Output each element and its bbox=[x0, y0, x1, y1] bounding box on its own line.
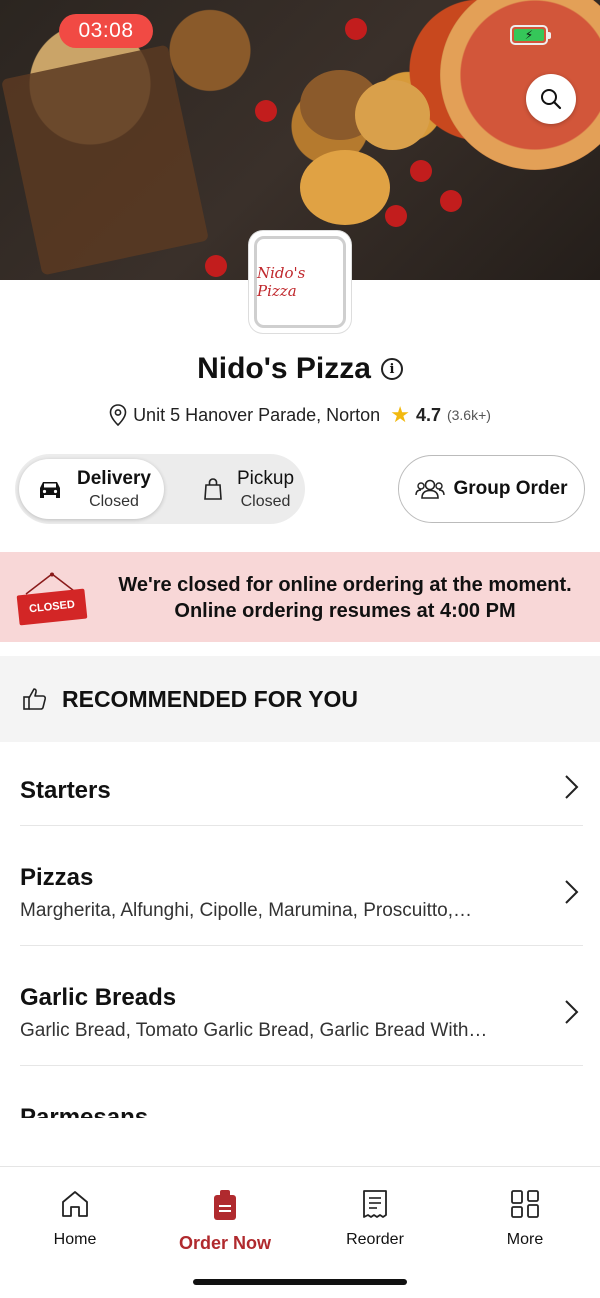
chevron-right-icon bbox=[565, 775, 579, 799]
category-row-parmesans[interactable]: Parmesans bbox=[20, 1066, 583, 1118]
info-icon[interactable]: i bbox=[380, 358, 403, 380]
thumbs-up-icon bbox=[23, 688, 47, 710]
category-subtitle: Margherita, Alfunghi, Cipolle, Marumina,… bbox=[20, 900, 472, 921]
hero-burger bbox=[300, 150, 390, 225]
closed-sign-text: CLOSED bbox=[16, 588, 88, 626]
rating-value: 4.7 bbox=[415, 404, 441, 425]
closed-message-line1: We're closed for online ordering at the … bbox=[118, 574, 572, 596]
receipt-icon bbox=[363, 1190, 387, 1218]
closed-banner: CLOSED We're closed for online ordering … bbox=[0, 552, 600, 642]
restaurant-name: Nido's Pizza bbox=[197, 352, 371, 385]
category-subtitle: Garlic Bread, Tomato Garlic Bread, Garli… bbox=[20, 1020, 488, 1041]
group-users-icon bbox=[415, 479, 446, 499]
status-timer: 03:08 bbox=[59, 14, 153, 48]
group-order-button[interactable]: Group Order bbox=[398, 455, 585, 523]
location-pin-icon bbox=[109, 404, 127, 426]
delivery-status: Closed bbox=[89, 492, 139, 510]
search-button[interactable] bbox=[526, 74, 576, 124]
star-icon: ★ bbox=[390, 402, 410, 427]
nav-label: Reorder bbox=[346, 1231, 404, 1248]
logo-text: Nido's Pizza bbox=[254, 236, 346, 328]
hero-tomato bbox=[345, 18, 367, 40]
restaurant-logo: Nido's Pizza bbox=[249, 231, 351, 333]
category-row-starters[interactable]: Starters bbox=[20, 742, 583, 826]
category-row-garlic-breads[interactable]: Garlic Breads Garlic Bread, Tomato Garli… bbox=[20, 946, 583, 1066]
nav-item-home[interactable]: Home bbox=[15, 1189, 135, 1249]
category-title: Garlic Breads bbox=[20, 984, 177, 1011]
order-mode-toggle: Delivery Closed Pickup Closed bbox=[15, 454, 305, 524]
pickup-label: Pickup bbox=[237, 467, 295, 489]
pickup-status: Closed bbox=[240, 492, 291, 510]
chevron-right-icon bbox=[565, 880, 579, 904]
delivery-option[interactable]: Delivery Closed bbox=[19, 459, 164, 519]
recommended-label: RECOMMENDED FOR YOU bbox=[62, 685, 359, 712]
chevron-right-icon bbox=[565, 1000, 579, 1024]
group-order-label: Group Order bbox=[453, 478, 568, 499]
category-row-pizzas[interactable]: Pizzas Margherita, Alfunghi, Cipolle, Ma… bbox=[20, 826, 583, 946]
closed-message-line2: Online ordering resumes at 4:00 PM bbox=[174, 600, 516, 622]
nav-item-more[interactable]: More bbox=[465, 1189, 585, 1249]
search-icon bbox=[541, 89, 562, 110]
order-bag-icon bbox=[214, 1190, 236, 1220]
hero-tomato bbox=[410, 160, 432, 182]
category-title: Starters bbox=[20, 777, 111, 804]
nav-label: Home bbox=[53, 1231, 97, 1248]
hero-burger bbox=[355, 80, 430, 150]
hero-bread-board bbox=[1, 44, 209, 276]
title-row: Nido's Pizza i bbox=[0, 352, 600, 386]
delivery-label: Delivery bbox=[77, 467, 151, 489]
pickup-option[interactable]: Pickup Closed bbox=[185, 459, 305, 519]
hero-tomato bbox=[440, 190, 462, 212]
hero-tomato bbox=[205, 255, 227, 277]
grid-icon bbox=[511, 1190, 539, 1218]
battery-icon: ⚡ bbox=[510, 25, 551, 45]
shopping-bag-icon bbox=[204, 478, 222, 500]
closed-message: We're closed for online ordering at the … bbox=[110, 572, 580, 624]
restaurant-address: Unit 5 Hanover Parade, Norton bbox=[133, 404, 381, 425]
nav-label: Order Now bbox=[178, 1233, 271, 1253]
nav-item-reorder[interactable]: Reorder bbox=[315, 1189, 435, 1249]
recommended-section[interactable]: RECOMMENDED FOR YOU bbox=[0, 656, 600, 742]
home-icon bbox=[62, 1191, 88, 1217]
car-icon bbox=[40, 482, 60, 498]
hero-tomato bbox=[385, 205, 407, 227]
rating-count: (3.6k+) bbox=[446, 407, 491, 423]
hero-tomato bbox=[255, 100, 277, 122]
category-title: Pizzas bbox=[20, 864, 94, 891]
nav-item-order-now[interactable]: Order Now bbox=[165, 1189, 285, 1254]
category-title: Parmesans bbox=[20, 1104, 149, 1118]
home-indicator[interactable] bbox=[193, 1279, 407, 1285]
address-row: Unit 5 Hanover Parade, Norton ★ 4.7 (3.6… bbox=[0, 402, 600, 428]
nav-label: More bbox=[506, 1231, 544, 1248]
